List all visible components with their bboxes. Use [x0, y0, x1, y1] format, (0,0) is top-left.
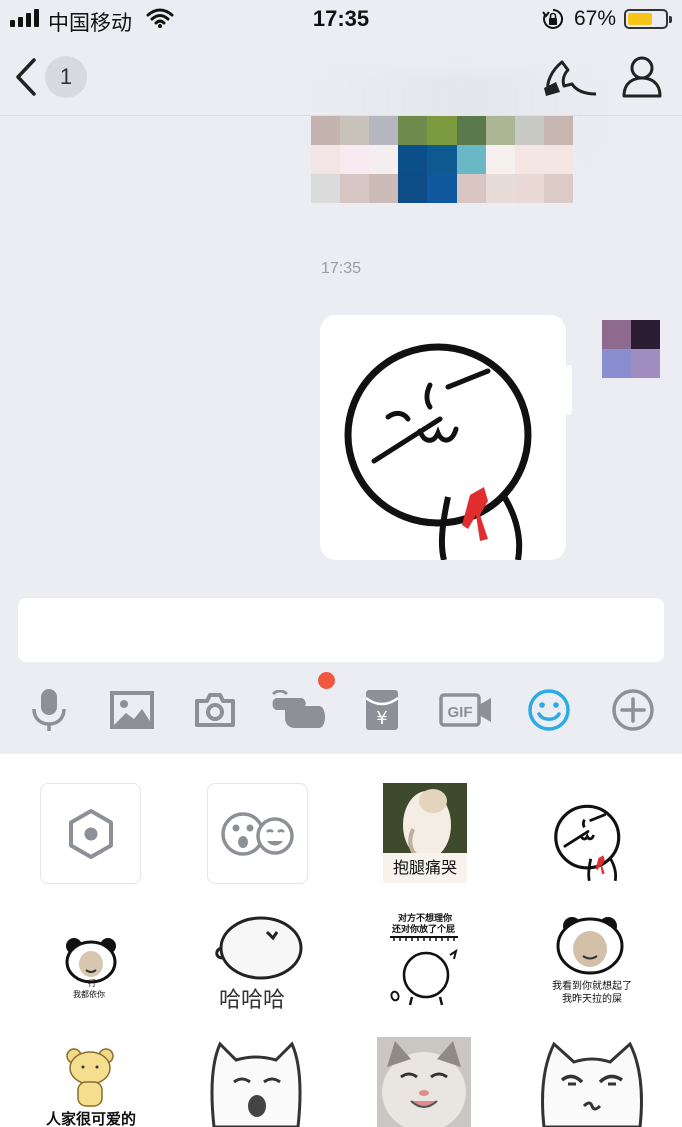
camera-icon[interactable] [191, 686, 239, 734]
sticker-caption: 我都依你 [73, 990, 105, 999]
sticker-caption: 行 [88, 979, 96, 988]
status-bar: 中国移动 17:35 67% [0, 0, 682, 38]
battery-icon [624, 9, 672, 29]
sticker-laughing-cat[interactable] [377, 1037, 471, 1127]
microphone-icon[interactable] [25, 686, 73, 734]
image-icon[interactable] [108, 686, 156, 734]
sticker-caption: 哈哈哈 [219, 988, 286, 1013]
sticker-caption: 抱腿痛哭 [393, 858, 458, 877]
plus-icon[interactable] [609, 686, 657, 734]
sticker-smirk-face[interactable] [546, 793, 632, 883]
sticker-hug-leg-cry[interactable]: 抱腿痛哭 [383, 783, 467, 883]
sticker-panda-poop[interactable]: 我看到你就想起了 我昨天拉的屎 [538, 916, 642, 1006]
gif-icon[interactable]: GIF [438, 686, 494, 734]
faces-icon [220, 811, 294, 856]
gif-label: GIF [448, 704, 473, 721]
sticker-shop-button[interactable] [207, 783, 308, 884]
message-timestamp: 17:35 [321, 260, 362, 277]
emoji-icon[interactable] [525, 686, 573, 734]
unread-count-badge[interactable]: 1 [45, 56, 87, 98]
rotation-lock-icon [542, 8, 564, 29]
chat-nav-bar: 1 [0, 38, 682, 158]
sticker-hahaha[interactable]: 哈哈哈 [207, 916, 307, 1013]
sticker-settings-button[interactable] [40, 783, 141, 884]
sticker-caption: 我昨天拉的屎 [562, 994, 622, 1005]
phone-icon[interactable] [542, 58, 600, 98]
bubble-shadow [566, 365, 572, 415]
sticker-ignore-fart[interactable]: 对方不想理你 还对你放了个屁 [386, 911, 462, 1009]
my-avatar-blurred[interactable] [602, 320, 660, 378]
sticker-panel: 抱腿痛哭 行 我都依你 哈哈哈 对方不想理你 还对你放了个屁 我看到你就想起了 … [0, 754, 682, 1127]
profile-icon[interactable] [620, 54, 664, 100]
smirk-face-sticker [344, 343, 532, 560]
input-toolbar: ¥ GIF [0, 670, 682, 754]
red-packet-icon[interactable]: ¥ [358, 686, 406, 734]
back-icon[interactable] [12, 56, 40, 98]
battery-percent: 67% [574, 7, 617, 30]
sticker-white-cat-side-eye[interactable] [540, 1040, 644, 1127]
sticker-caption: 人家很可爱的 [46, 1110, 137, 1127]
svg-text:¥: ¥ [376, 708, 387, 729]
message-input[interactable] [18, 598, 664, 662]
sticker-panda-ok[interactable]: 行 我都依你 [56, 934, 126, 1004]
incoming-image-blurred[interactable] [311, 116, 573, 203]
sticker-cute-bear[interactable]: 人家很可爱的 [40, 1046, 140, 1127]
poke-icon[interactable] [270, 686, 328, 734]
sticker-white-cat-smug[interactable] [206, 1040, 306, 1127]
hexagon-settings-icon [68, 808, 113, 859]
notification-dot [318, 672, 335, 689]
outgoing-sticker-message[interactable] [320, 315, 566, 560]
